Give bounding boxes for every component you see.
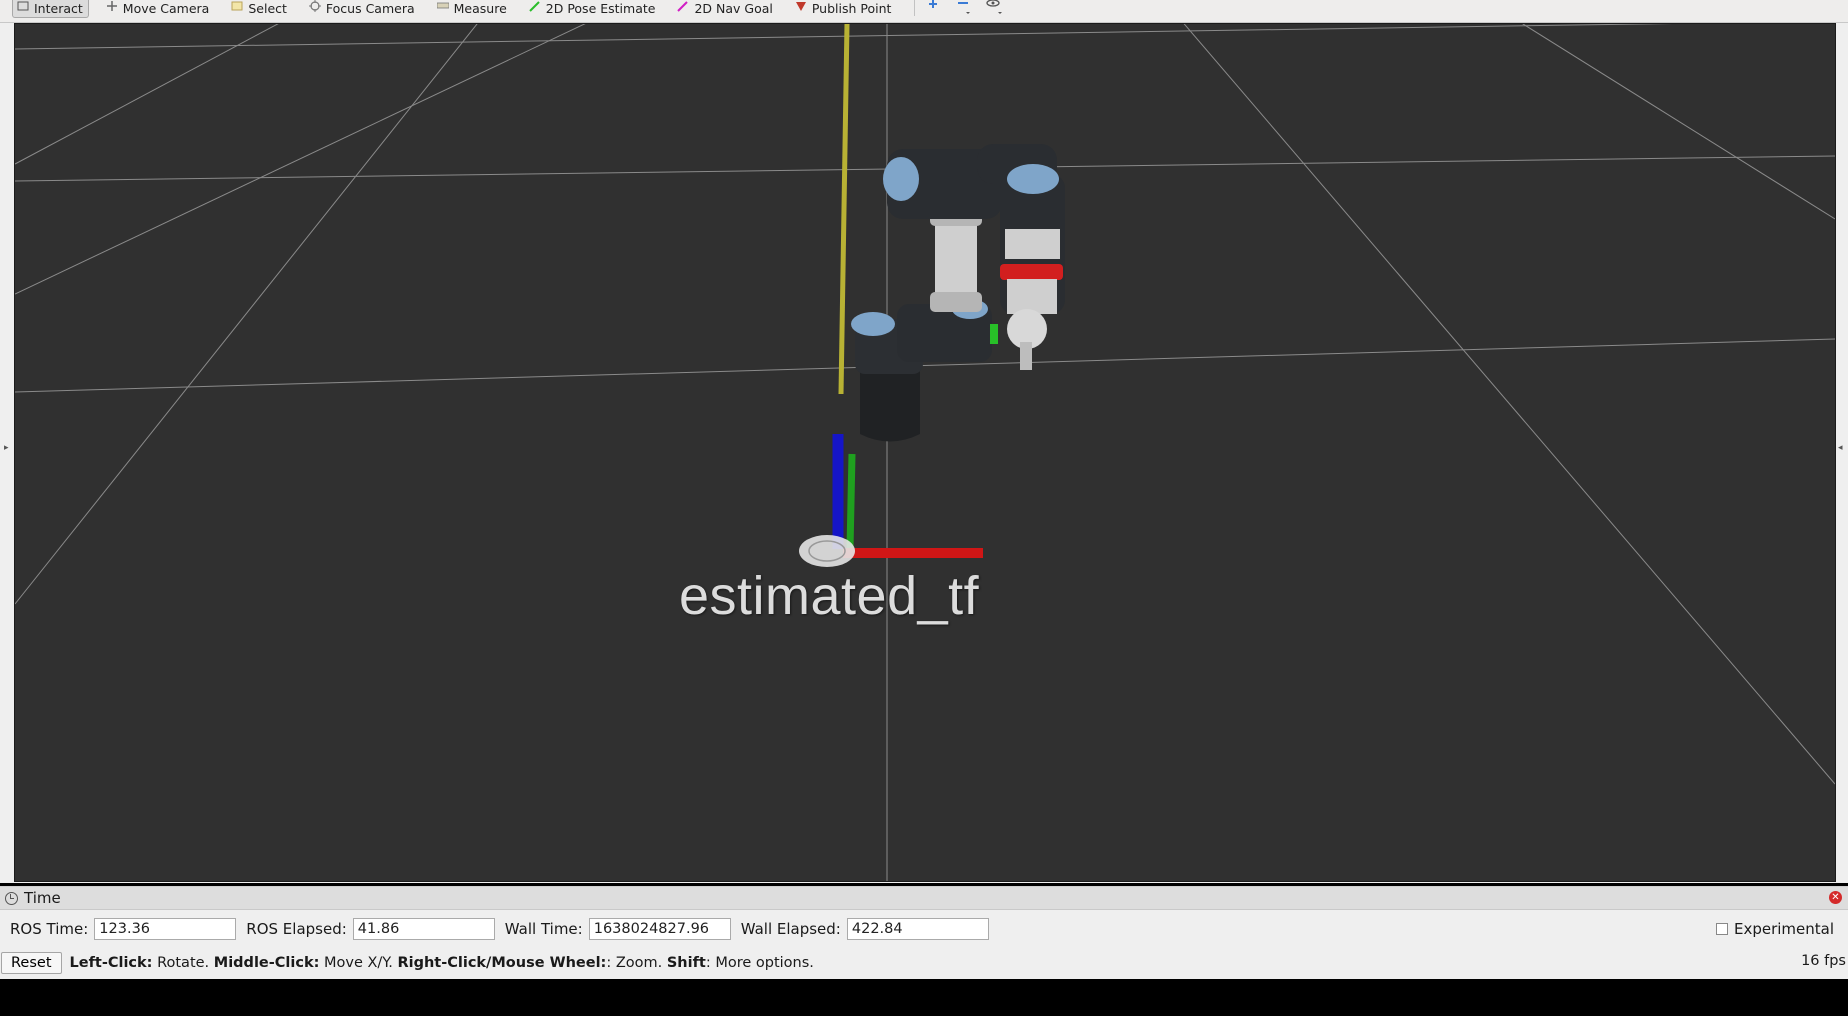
tool-2d-pose-estimate[interactable]: 2D Pose Estimate	[526, 0, 661, 17]
publish-point-icon	[795, 0, 807, 12]
add-tool-icon[interactable]	[925, 0, 941, 16]
focus-camera-icon	[308, 0, 321, 12]
help-desc: : More options.	[705, 955, 814, 971]
pose-estimate-icon	[529, 0, 541, 12]
ros-time-field[interactable]: 123.36	[94, 918, 237, 940]
frame-label: estimated_tf	[679, 566, 980, 626]
select-icon	[231, 0, 243, 12]
clock-icon	[5, 891, 18, 905]
help-key: Shift	[666, 955, 706, 971]
close-icon[interactable]: ✕	[1829, 891, 1842, 904]
tool-label: 2D Nav Goal	[694, 1, 773, 16]
status-bar: Reset Left-Click: Rotate. Middle-Click: …	[0, 950, 1848, 976]
ros-elapsed-field[interactable]: 41.86	[352, 918, 495, 940]
mouse-help-text: Left-Click: Rotate. Middle-Click: Move X…	[70, 955, 814, 971]
interact-icon	[17, 0, 29, 12]
robot-arm	[851, 144, 1065, 442]
bottom-black-bar	[0, 979, 1848, 1016]
tool-toolbar: Interact Move Camera Select Focus Camera…	[0, 0, 1848, 23]
help-desc: Move X/Y.	[319, 955, 398, 971]
tool-publish-point[interactable]: Publish Point	[792, 0, 897, 17]
axis-yellow-line	[838, 24, 850, 395]
view-icon[interactable]	[985, 0, 1003, 16]
remove-tool-icon[interactable]	[955, 0, 971, 16]
tool-2d-nav-goal[interactable]: 2D Nav Goal	[674, 0, 777, 17]
tf-axes	[799, 434, 983, 567]
experimental-checkbox[interactable]	[1715, 923, 1728, 935]
tool-move-camera[interactable]: Move Camera	[103, 0, 215, 17]
tool-label: Measure	[453, 1, 507, 16]
tool-measure[interactable]: Measure	[434, 0, 512, 17]
tool-label: Focus Camera	[325, 1, 415, 16]
time-panel: Time ✕ ROS Time: 123.36 ROS Elapsed: 41.…	[0, 886, 1848, 980]
marker-blob	[799, 535, 855, 567]
time-panel-header: Time ✕	[0, 887, 1848, 910]
help-desc: : Zoom.	[606, 955, 667, 971]
wall-time-label: Wall Time:	[504, 920, 583, 938]
tool-focus-camera[interactable]: Focus Camera	[306, 0, 420, 17]
time-fields-row: ROS Time: 123.36 ROS Elapsed: 41.86 Wall…	[0, 916, 989, 942]
wall-elapsed-label: Wall Elapsed:	[740, 920, 841, 938]
toolbar-separator	[914, 0, 916, 16]
tool-label: Interact	[34, 1, 83, 16]
axis-y	[846, 453, 856, 550]
measure-icon	[436, 0, 450, 12]
3d-viewport[interactable]: estimated_tf	[14, 23, 1836, 882]
right-dock-handle[interactable]: ◂	[1834, 23, 1848, 883]
time-panel-title: Time	[24, 889, 61, 907]
ros-time-label: ROS Time:	[10, 920, 89, 938]
nav-goal-icon	[677, 0, 689, 12]
tool-select[interactable]: Select	[228, 0, 292, 17]
wall-elapsed-field[interactable]: 422.84	[846, 918, 989, 940]
left-dock-handle[interactable]: ▸	[0, 23, 14, 883]
help-key: Middle-Click:	[213, 955, 320, 971]
render-panel: ▸ ◂ estimated_tf	[0, 23, 1848, 883]
help-key: Left-Click:	[69, 955, 153, 971]
tool-label: Move Camera	[122, 1, 210, 16]
tool-label: Select	[248, 1, 287, 16]
help-desc: Rotate.	[152, 955, 214, 971]
fps-counter: 16 fps	[1801, 953, 1846, 969]
help-key: Right-Click/Mouse Wheel:	[397, 955, 607, 971]
tool-interact[interactable]: Interact	[12, 0, 89, 18]
experimental-toggle[interactable]: Experimental	[1715, 920, 1834, 938]
experimental-label: Experimental	[1733, 920, 1834, 938]
reset-button[interactable]: Reset	[1, 952, 62, 974]
wall-time-field[interactable]: 1638024827.96	[588, 918, 731, 940]
tool-label: 2D Pose Estimate	[545, 1, 656, 16]
move-camera-icon	[106, 0, 118, 12]
ros-elapsed-label: ROS Elapsed:	[246, 920, 347, 938]
scene-render	[15, 24, 1835, 881]
tool-label: Publish Point	[811, 1, 892, 16]
